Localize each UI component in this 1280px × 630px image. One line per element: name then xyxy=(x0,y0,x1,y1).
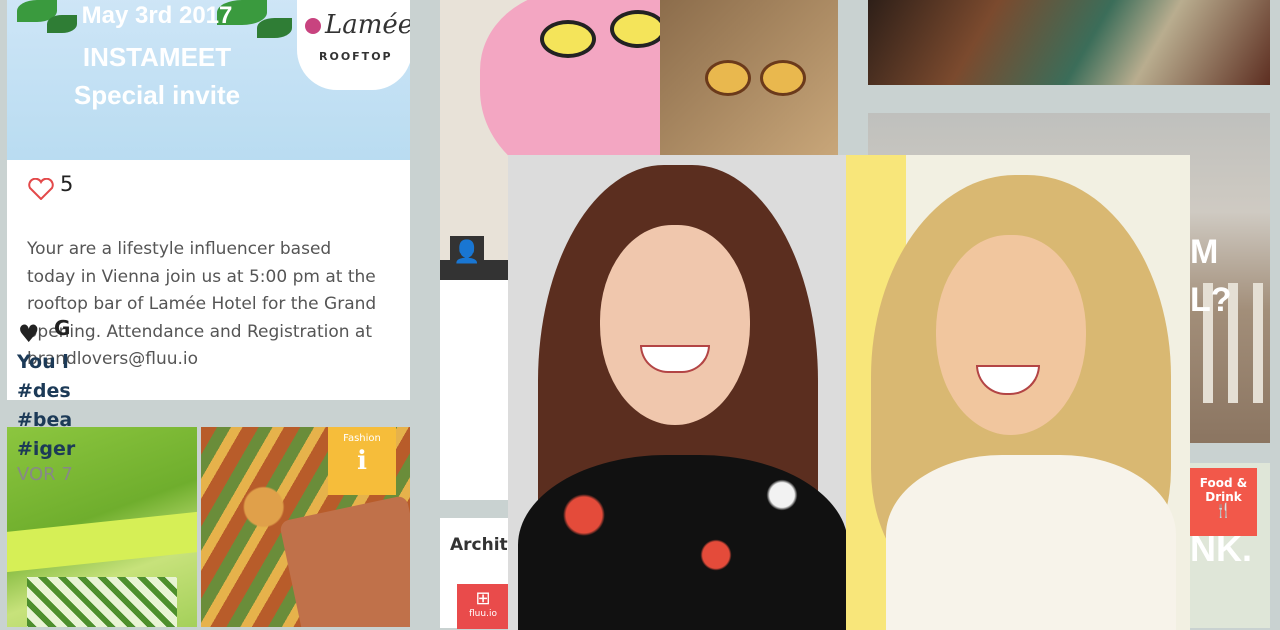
hashtag-link[interactable]: #des xyxy=(17,377,75,406)
logo-text: Lamée xyxy=(325,10,410,40)
lamee-logo: Lamée ROOFTOP xyxy=(297,0,410,90)
user-avatar-icon[interactable]: 👤 xyxy=(450,236,484,270)
ribbon-decoration xyxy=(7,511,197,573)
fashion-badge-label: Fashion xyxy=(343,433,381,444)
floral-dress xyxy=(518,455,846,630)
cutlery-icon: 🍴 xyxy=(1214,503,1233,519)
smile-shape xyxy=(640,345,710,373)
hashtag-link[interactable]: #iger xyxy=(17,435,75,464)
food-badge-label: Food & Drink xyxy=(1199,476,1248,504)
portrait-brunette xyxy=(508,155,846,630)
like-heart-icon[interactable] xyxy=(28,178,54,200)
invite-title: Special invite xyxy=(73,80,241,110)
painting-image[interactable] xyxy=(868,0,1270,85)
sunglasses-photo xyxy=(660,0,838,160)
post-timestamp: VOR 7 xyxy=(17,464,73,485)
food-card-text: NK. xyxy=(1190,528,1252,569)
invite-date: May 3rd 2017 xyxy=(81,2,233,29)
invite-description: Your are a lifestyle influencer based to… xyxy=(27,239,377,369)
face-shape xyxy=(936,235,1086,435)
sunglasses-lens xyxy=(760,60,806,96)
fluu-badge-label: fluu.io xyxy=(469,609,497,619)
post-text: You l #des #bea #iger xyxy=(17,348,75,464)
building-text-top: M xyxy=(1190,233,1219,271)
invite-image: May 3rd 2017 INSTAMEET Special invite La… xyxy=(7,0,410,160)
building-text-bottom: L? xyxy=(1190,281,1232,319)
logo-subtitle: ROOFTOP xyxy=(319,50,393,63)
eye-shape xyxy=(540,20,596,58)
info-icon: ℹ xyxy=(357,446,367,476)
column-decoration xyxy=(1253,283,1263,403)
filled-heart-icon[interactable]: ♥ xyxy=(18,320,40,348)
pattern-decoration xyxy=(27,577,177,627)
post-text-line: You l xyxy=(17,351,69,373)
invite-event: INSTAMEET xyxy=(82,42,232,72)
fashion-category-badge[interactable]: Fashion ℹ xyxy=(328,427,396,495)
white-jacket xyxy=(886,455,1176,630)
gift-icon: ⊞ xyxy=(475,588,491,609)
portrait-blonde xyxy=(846,155,1190,630)
post-author-initial: G xyxy=(54,316,71,340)
eye-shape xyxy=(610,10,666,48)
likes-count: 5 xyxy=(60,172,74,196)
fluu-badge[interactable]: ⊞ fluu.io xyxy=(457,584,509,629)
logo-mark-icon xyxy=(305,18,321,34)
face-shape xyxy=(600,225,750,425)
bag-shape xyxy=(278,494,410,627)
sunglasses-lens xyxy=(705,60,751,96)
food-drink-badge[interactable]: Food & Drink 🍴 xyxy=(1190,468,1257,536)
smile-shape xyxy=(976,365,1040,395)
hashtag-link[interactable]: #bea xyxy=(17,406,75,435)
